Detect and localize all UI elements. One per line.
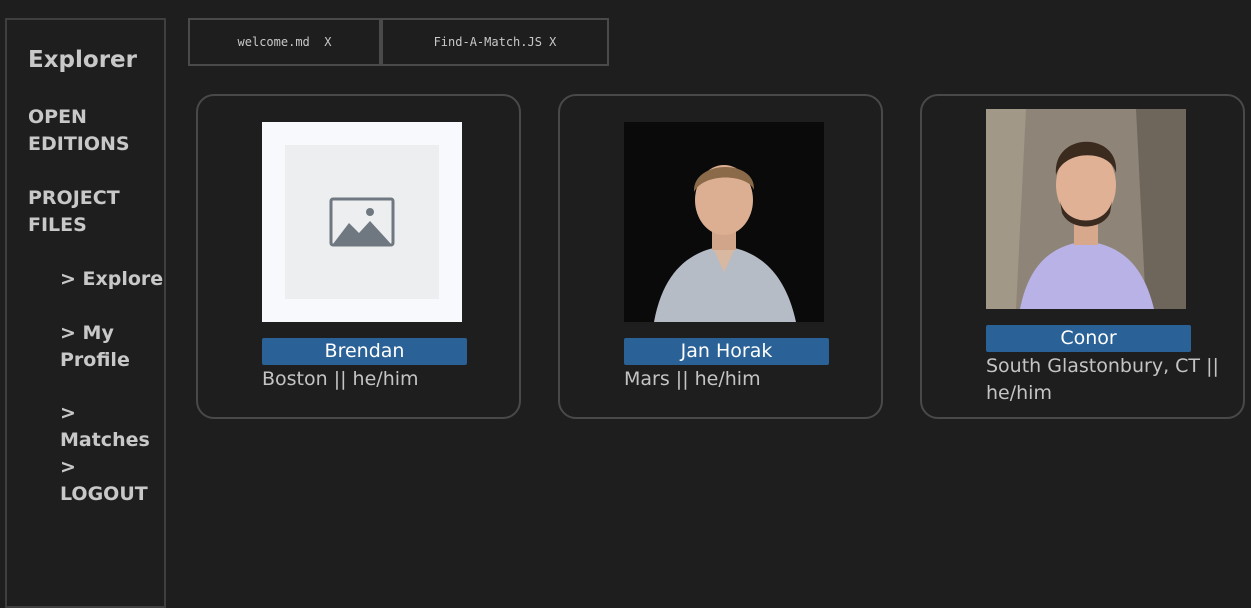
- explorer-sidebar: Explorer OPEN EDITIONS PROJECT FILES > E…: [5, 18, 166, 608]
- profile-info: South Glastonbury, CT || he/him: [986, 355, 1219, 404]
- sidebar-section-open-editions: OPEN EDITIONS: [28, 106, 130, 155]
- profile-name-button[interactable]: Conor: [986, 325, 1191, 352]
- profile-name-button[interactable]: Brendan: [262, 338, 467, 365]
- sidebar-item-my-profile[interactable]: > My Profile: [60, 320, 140, 374]
- profile-photo: [262, 122, 462, 322]
- profile-photo: [624, 122, 824, 322]
- sidebar-item-logout[interactable]: > LOGOUT: [60, 454, 170, 508]
- profile-info: Mars || he/him: [624, 368, 761, 390]
- profile-photo: [986, 109, 1186, 309]
- profile-card: Conor South Glastonbury, CT || he/him: [920, 94, 1245, 419]
- tab-welcome-md[interactable]: welcome.md X: [188, 18, 381, 66]
- profile-info: Boston || he/him: [262, 368, 419, 390]
- image-placeholder-icon: [285, 145, 439, 299]
- sidebar-item-matches[interactable]: > Matches: [60, 400, 170, 454]
- profile-name-button[interactable]: Jan Horak: [624, 338, 829, 365]
- tab-find-a-match-js[interactable]: Find-A-Match.JS X: [381, 18, 609, 66]
- sidebar-title: Explorer: [28, 47, 137, 73]
- profile-card: Jan Horak Mars || he/him: [558, 94, 883, 419]
- profile-card: Brendan Boston || he/him: [196, 94, 521, 419]
- sidebar-section-project-files: PROJECT FILES: [28, 187, 120, 236]
- sidebar-item-explore[interactable]: > Explore: [60, 266, 170, 293]
